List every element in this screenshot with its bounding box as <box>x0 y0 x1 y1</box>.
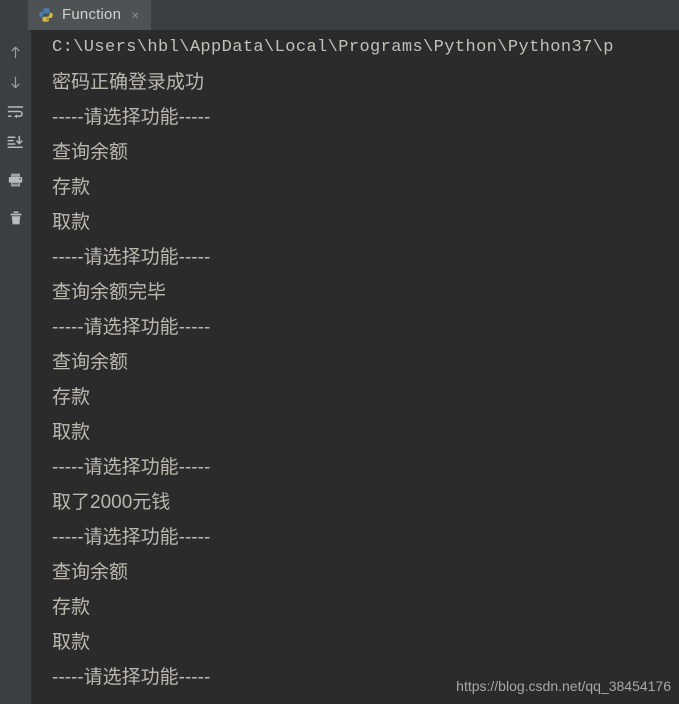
console-line: 取了2000元钱 <box>52 492 171 513</box>
console-line: -----请选择功能----- <box>52 317 211 338</box>
console-line: 查询余额 <box>52 142 129 163</box>
soft-wrap-icon[interactable] <box>0 97 31 127</box>
console-line: 密码正确登录成功 <box>52 72 205 93</box>
python-logo-icon <box>38 7 54 23</box>
pycharm-run-console-window: Function × C:\Users\hbl\AppData\Local\Pr… <box>0 0 679 704</box>
console-line: 存款 <box>52 597 91 618</box>
tab-function[interactable]: Function × <box>28 0 152 30</box>
console-line: 存款 <box>52 387 91 408</box>
close-icon[interactable]: × <box>129 0 139 30</box>
console-line: 查询余额 <box>52 562 129 583</box>
console-line: 取款 <box>52 632 91 653</box>
console-line: -----请选择功能----- <box>52 457 211 478</box>
console-line: -----请选择功能----- <box>52 247 211 268</box>
console-toolbar <box>0 30 31 704</box>
console-line: 查询余额完毕 <box>52 282 167 303</box>
console-line: -----请选择功能----- <box>52 527 211 548</box>
console-output[interactable]: C:\Users\hbl\AppData\Local\Programs\Pyth… <box>31 30 679 704</box>
console-line: -----请选择功能----- <box>52 107 211 128</box>
console-line: 取款 <box>52 422 91 443</box>
up-arrow-icon[interactable] <box>0 37 31 67</box>
scroll-to-end-icon[interactable] <box>0 127 31 157</box>
console-line: 查询余额 <box>52 352 129 373</box>
console-line: -----请选择功能----- <box>52 667 211 688</box>
tab-bar: Function × <box>0 0 679 30</box>
trash-icon[interactable] <box>0 203 31 233</box>
console-line: 存款 <box>52 177 91 198</box>
console-line: C:\Users\hbl\AppData\Local\Programs\Pyth… <box>52 38 614 57</box>
print-icon[interactable] <box>0 165 31 195</box>
tab-label: Function <box>62 6 122 23</box>
console-line: 取款 <box>52 212 91 233</box>
down-arrow-icon[interactable] <box>0 67 31 97</box>
